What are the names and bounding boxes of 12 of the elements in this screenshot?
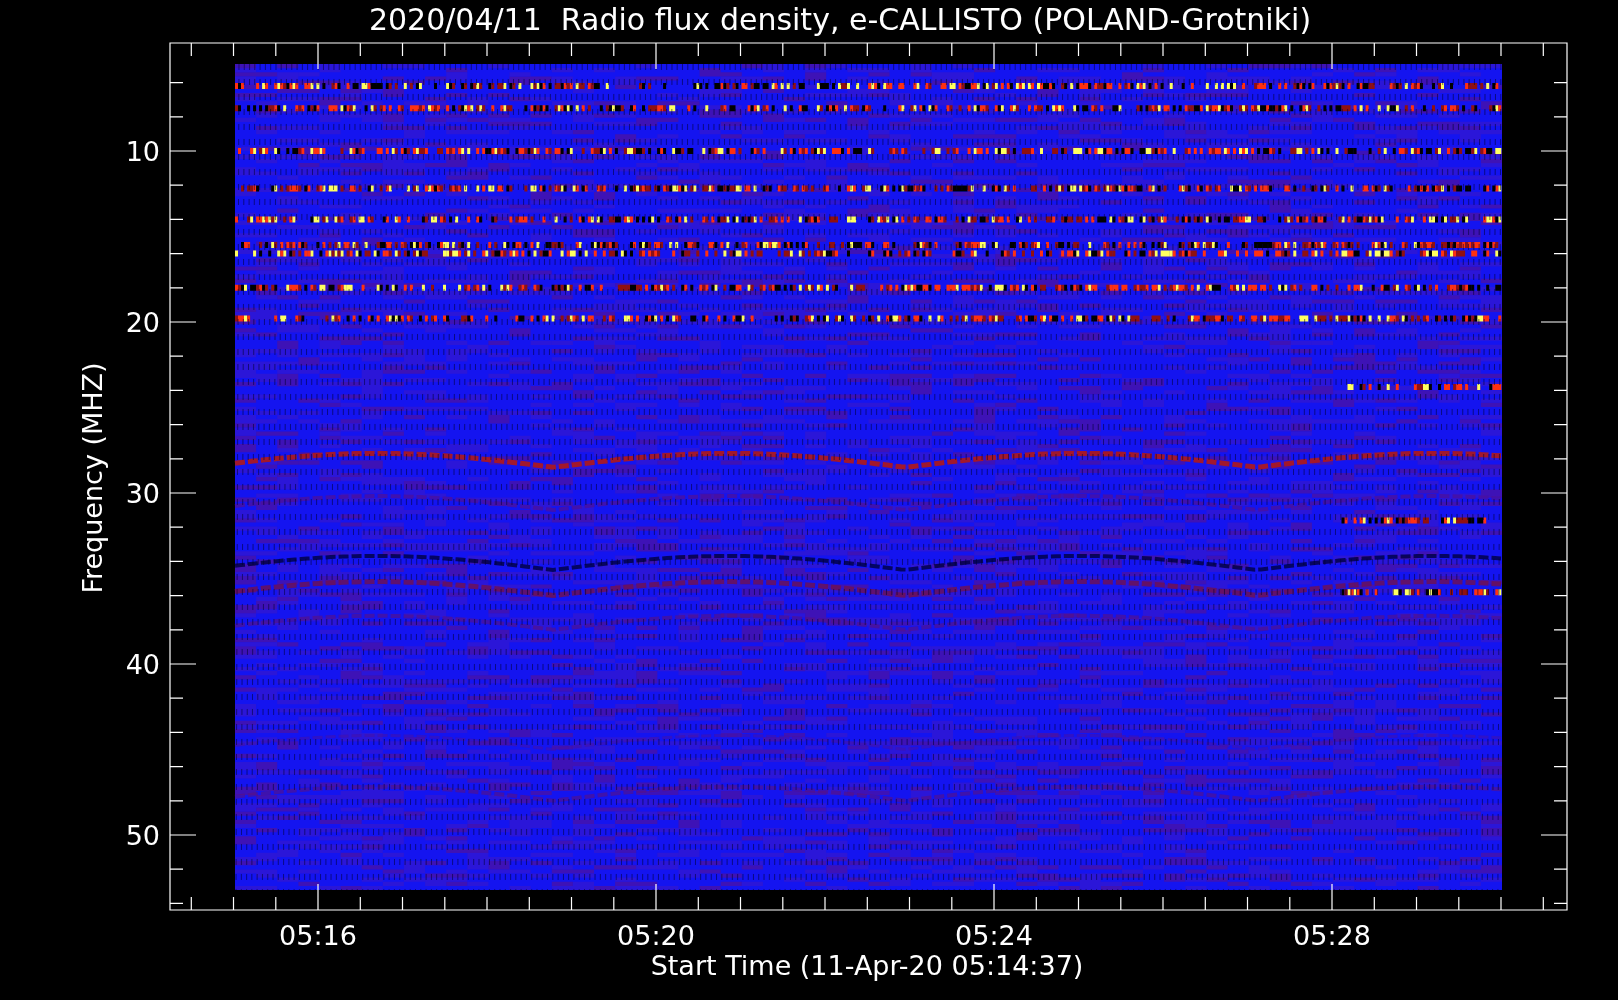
axis-label: Frequency (MHZ): [77, 362, 108, 594]
tick-label: 10: [125, 136, 160, 167]
tick-label: 05:16: [279, 920, 357, 951]
tick-label: 20: [125, 307, 160, 338]
tick-label: 30: [125, 478, 160, 509]
tick-label: 40: [125, 649, 160, 680]
tick-label: 05:24: [955, 920, 1033, 951]
tick-label: 05:20: [617, 920, 695, 951]
tick-label: 05:28: [1293, 920, 1371, 951]
axis-label: Start Time (11-Apr-20 05:14:37): [650, 950, 1084, 981]
chart-title: 2020/04/11 Radio flux density, e-CALLISTO (POLAND-Grotniki): [368, 2, 1312, 37]
tick-label: 50: [125, 820, 160, 851]
